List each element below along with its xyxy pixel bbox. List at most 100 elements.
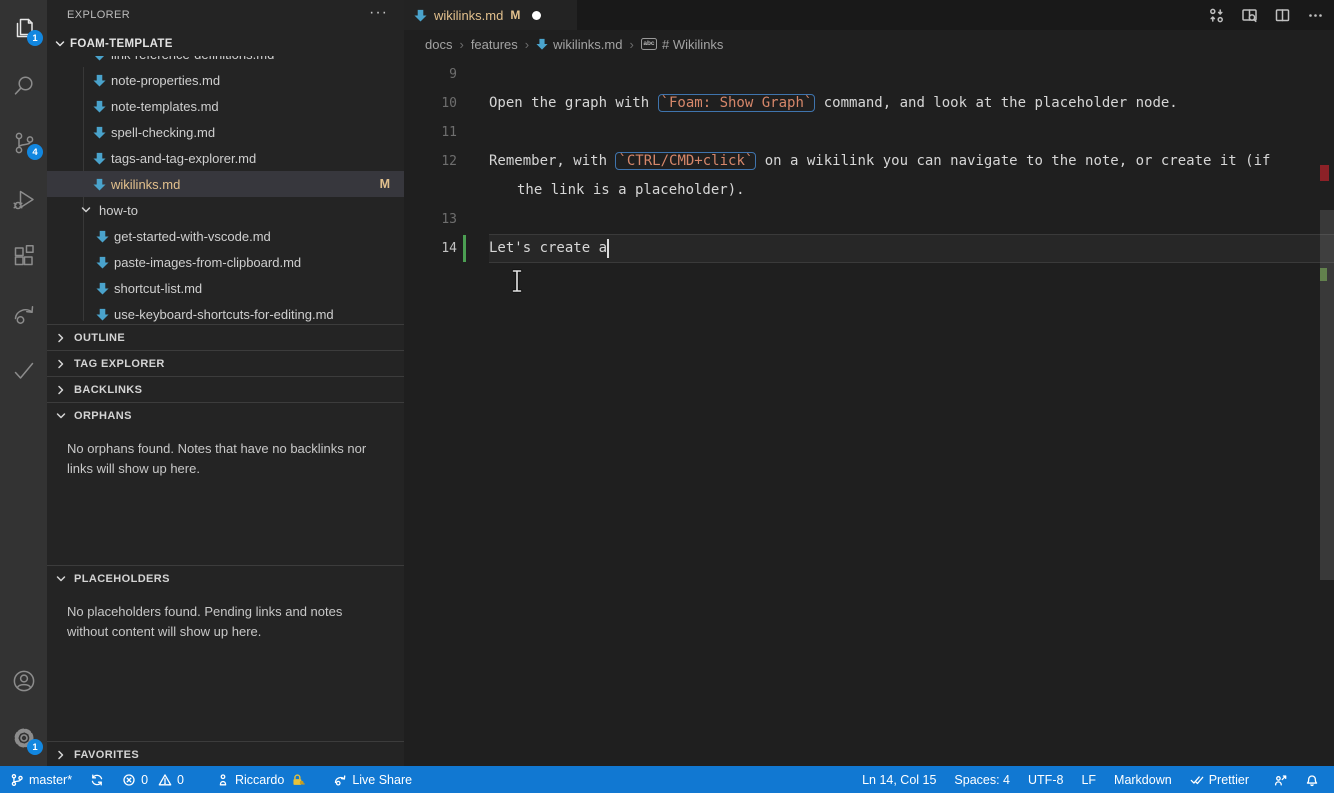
explorer-badge: 1: [27, 30, 43, 46]
status-bar: master* 0 0 Riccardo Live Share Ln 14, C…: [0, 766, 1334, 793]
overview-ruler-marker-green: [1320, 268, 1327, 281]
sync-status[interactable]: [81, 766, 113, 793]
activity-extensions[interactable]: [0, 228, 47, 285]
encoding[interactable]: UTF-8: [1019, 766, 1072, 793]
sidebar-more-actions[interactable]: ···: [369, 4, 388, 22]
activity-source-control[interactable]: 4: [0, 114, 47, 171]
activity-explorer[interactable]: 1: [0, 0, 47, 57]
tree-row[interactable]: paste-images-from-clipboard.md: [47, 249, 404, 275]
chevron-down-icon: [56, 411, 66, 421]
breadcrumb-file[interactable]: wikilinks.md: [536, 37, 622, 52]
tab-wikilinks[interactable]: wikilinks.md M: [404, 0, 577, 30]
settings-badge: 1: [27, 739, 43, 755]
code-area[interactable]: 9 10 Open the graph with `Foam: Show Gra…: [404, 58, 1334, 766]
markdown-file-icon: [93, 126, 106, 139]
editor-scrollbar[interactable]: [1320, 210, 1334, 580]
sidebar-explorer: EXPLORER ··· FOAM-TEMPLATE link-referenc…: [47, 0, 404, 766]
code-line-11: 11: [404, 118, 1334, 147]
split-editor-icon[interactable]: [1274, 7, 1291, 24]
code-line-12: 12 Remember, with `CTRL/CMD+click` on a …: [404, 147, 1334, 176]
markdown-file-icon: [96, 230, 109, 243]
breadcrumb-symbol[interactable]: abc # Wikilinks: [640, 37, 723, 52]
code-line-12-wrap: the link is a placeholder).: [404, 176, 1334, 205]
panel-favorites[interactable]: FAVORITES: [47, 741, 404, 766]
markdown-file-icon: [96, 308, 109, 321]
activity-settings[interactable]: 1: [0, 709, 47, 766]
editor-group: wikilinks.md M docs › features › wikilin…: [404, 0, 1334, 766]
breadcrumb-separator: ›: [524, 36, 530, 52]
tree-row[interactable]: get-started-with-vscode.md: [47, 223, 404, 249]
live-share-status[interactable]: Live Share: [324, 766, 421, 793]
run-debug-icon: [12, 190, 34, 209]
breadcrumb-docs[interactable]: docs: [425, 37, 452, 52]
line-number-active: 14: [441, 241, 457, 256]
orphans-message: No orphans found. Notes that have no bac…: [67, 441, 367, 476]
lock-key-icon: [293, 773, 305, 785]
tree-folder[interactable]: how-to: [47, 197, 404, 223]
sync-icon: [91, 774, 103, 785]
eol-sequence[interactable]: LF: [1072, 766, 1105, 793]
panel-tag-explorer[interactable]: TAG EXPLORER: [47, 350, 404, 376]
inline-code: `CTRL/CMD+click`: [615, 152, 757, 170]
language-mode[interactable]: Markdown: [1105, 766, 1181, 793]
tab-label: wikilinks.md: [434, 7, 504, 23]
tree-row[interactable]: shortcut-list.md: [47, 275, 404, 301]
activity-live-share[interactable]: [0, 285, 47, 342]
editor-actions: [1208, 0, 1324, 30]
tab-git-status: M: [510, 8, 521, 22]
chevron-right-icon: [56, 333, 66, 343]
chevron-down-icon: [81, 205, 91, 215]
formatter-status[interactable]: Prettier: [1181, 766, 1258, 793]
line-number: 10: [441, 96, 457, 111]
git-branch-status[interactable]: master*: [0, 766, 81, 793]
account-icon: [13, 670, 34, 691]
workspace-header[interactable]: FOAM-TEMPLATE: [47, 32, 404, 56]
chevron-right-icon: [56, 750, 66, 760]
panel-backlinks[interactable]: BACKLINKS: [47, 376, 404, 402]
activity-accounts[interactable]: [0, 652, 47, 709]
workspace-name: FOAM-TEMPLATE: [70, 38, 173, 50]
tree-row[interactable]: tags-and-tag-explorer.md: [47, 145, 404, 171]
breadcrumb-features[interactable]: features: [471, 37, 518, 52]
activity-checklist[interactable]: [0, 342, 47, 399]
open-preview-icon[interactable]: [1241, 7, 1258, 24]
code-text: on a wikilink you can navigate to the no…: [756, 153, 1271, 169]
warning-icon: [158, 773, 172, 785]
activity-run-debug[interactable]: [0, 171, 47, 228]
tree-row-selected[interactable]: wikilinks.md M: [47, 171, 404, 197]
markdown-file-icon: [93, 178, 106, 191]
notifications-item[interactable]: [1296, 766, 1328, 793]
problems-status[interactable]: 0 0: [113, 766, 193, 793]
tree-row[interactable]: note-properties.md: [47, 67, 404, 93]
indentation[interactable]: Spaces: 4: [945, 766, 1019, 793]
chevron-right-icon: [56, 385, 66, 395]
markdown-file-icon: [93, 74, 106, 87]
error-icon: [123, 773, 135, 786]
search-icon: [14, 75, 33, 95]
dirty-indicator[interactable]: [532, 10, 542, 20]
activity-search[interactable]: [0, 57, 47, 114]
panel-placeholders[interactable]: PLACEHOLDERS: [47, 565, 404, 591]
tree-row[interactable]: use-keyboard-shortcuts-for-editing.md: [47, 301, 404, 324]
chevron-down-icon: [55, 39, 65, 49]
cursor-position[interactable]: Ln 14, Col 15: [853, 766, 945, 793]
tree-row[interactable]: link-reference-definitions.md: [47, 56, 404, 67]
vscode-window: 1 4 1 EXPLORER ··· FOAM-TEMPLATE note-pr…: [0, 0, 1334, 793]
extensions-icon: [14, 244, 34, 265]
open-changes-icon[interactable]: [1208, 7, 1225, 24]
breadcrumb: docs › features › wikilinks.md › abc # W…: [404, 30, 1334, 58]
live-share-user[interactable]: Riccardo: [207, 766, 314, 793]
more-actions-icon[interactable]: [1307, 7, 1324, 24]
panel-outline[interactable]: OUTLINE: [47, 324, 404, 350]
sidebar-titlebar: EXPLORER ···: [47, 0, 404, 30]
code-text: command, and look at the placeholder nod…: [815, 95, 1178, 111]
code-text: Remember, with: [489, 153, 616, 169]
live-share-icon: [335, 774, 346, 786]
feedback-item[interactable]: [1264, 766, 1296, 793]
panel-orphans[interactable]: ORPHANS: [47, 402, 404, 428]
code-text: Open the graph with: [489, 95, 658, 111]
tree-row[interactable]: note-templates.md: [47, 93, 404, 119]
markdown-file-icon: [414, 9, 427, 22]
overview-ruler-marker-red: [1320, 165, 1329, 181]
tree-row[interactable]: spell-checking.md: [47, 119, 404, 145]
